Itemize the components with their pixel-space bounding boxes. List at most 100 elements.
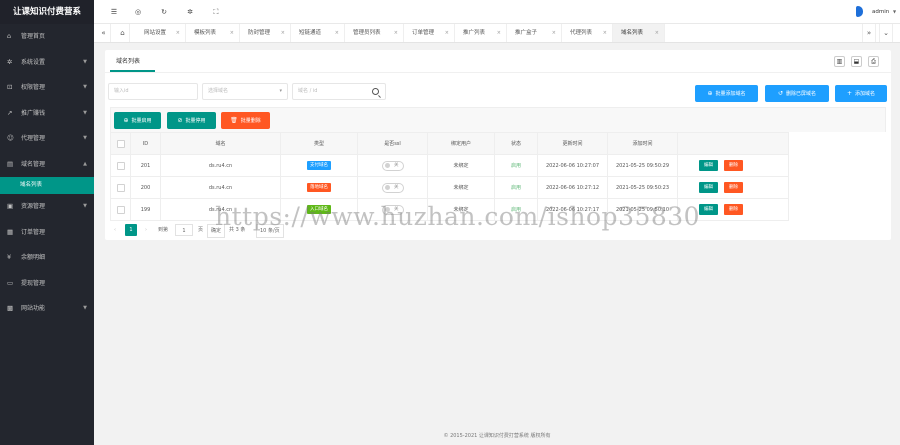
tabs-prev-icon[interactable]: « [97,24,111,42]
domain-type-select[interactable]: 选择域名 ▾ [202,83,288,100]
delete-button[interactable]: 删除 [724,182,743,193]
sidebar-item[interactable]: ▤ 域名管理 ▲ [0,152,94,178]
tab-item[interactable]: 网站设置 × [136,24,186,42]
tab-item[interactable]: 短链通道 × [291,24,345,42]
tab-item[interactable]: 推广列表 × [455,24,507,42]
sidebar-item-label: 提现管理 [21,279,46,287]
sidebar-item[interactable]: ↗ 推广赚钱 ▼ [0,101,94,127]
tabs-menu-icon[interactable]: ⌄ [879,24,893,42]
document-icon: ▦ [7,227,14,236]
export-icon[interactable]: ⬓ [851,56,862,67]
close-icon[interactable]: × [230,24,234,42]
chevron-down-icon[interactable]: ▼ [893,0,896,24]
tab-item[interactable]: 订单管理 × [404,24,455,42]
ssl-toggle[interactable]: 关 [381,182,404,193]
cell-type: 支付域名 [280,154,358,177]
close-icon[interactable]: × [176,24,180,42]
sidebar-item-label: 权限管理 [21,84,46,91]
tab-item[interactable]: 防封管理 × [240,24,291,42]
sidebar-item[interactable]: ⊡ 权限管理 ▼ [0,75,94,101]
close-icon[interactable]: × [394,24,398,42]
close-icon[interactable]: × [497,24,501,42]
bulk-add-domain-button[interactable]: ⊕ 批量添加域名 [695,85,758,102]
column-header[interactable]: 是否ssl [357,132,428,155]
menu-icon[interactable]: ☰ [108,6,120,18]
column-header[interactable]: 状态 [494,132,538,155]
cell-updated: 2022-06-06 10:27:12 [537,176,608,199]
sidebar-item[interactable]: ▦ 订单管理 [0,220,94,246]
cell-type: 落地域名 [280,176,358,199]
columns-icon[interactable]: ▥ [834,56,845,67]
column-header[interactable]: 类型 [280,132,358,155]
prev-page-icon[interactable]: ‹ [114,224,116,236]
sidebar-item[interactable]: ▭ 提现管理 [0,271,94,297]
table-row: 200 ds.ru4.cn 落地域名 关 未绑定 启用 2022-06-06 10:27:1… [110,176,789,199]
close-icon[interactable]: × [281,24,285,42]
user-menu[interactable]: admin [872,0,889,24]
close-icon[interactable]: × [603,24,607,42]
cell-domain: ds.ru4.cn [160,154,281,177]
print-icon[interactable]: ⎙ [868,56,879,67]
column-header[interactable]: 域名 [160,132,281,155]
close-icon[interactable]: × [335,24,339,42]
select-all-checkbox[interactable] [110,132,131,155]
row-checkbox[interactable] [110,154,131,177]
tab-item[interactable]: 域名列表 × [613,24,665,42]
add-domain-button[interactable]: + 添加域名 [835,85,887,102]
page-current[interactable]: 1 [125,224,137,236]
tabs-next-icon[interactable]: » [862,24,876,42]
tab-item[interactable]: 管理员列表 × [345,24,404,42]
column-header[interactable]: 绑定用户 [427,132,495,155]
grid-icon: ▩ [7,304,14,312]
sidebar-item[interactable]: ✲ 系统设置 ▼ [0,50,94,76]
page-jump-input[interactable]: 1 [175,224,193,236]
tab-item[interactable]: 模板列表 × [186,24,240,42]
bulk-disable-button[interactable]: ⊘ 批量停用 [167,112,216,129]
goto-label: 到第 [158,227,169,233]
column-header[interactable]: 添加时间 [607,132,678,155]
sidebar-item[interactable]: ⌂ 管理首页 [0,24,94,50]
fullscreen-icon[interactable]: ⛶ [210,6,222,18]
sidebar-item[interactable]: ☺ 代理管理 ▼ [0,126,94,152]
next-page-icon[interactable]: › [145,224,147,236]
bulk-delete-button[interactable]: 🗑 批量删除 [221,112,270,129]
cell-status: 启用 [494,154,538,177]
sidebar-item[interactable]: ▣ 资源管理 ▼ [0,194,94,220]
search-icon[interactable] [372,88,379,95]
sidebar-item-label: 代理管理 [21,135,46,142]
user-id-input[interactable]: 输入id [108,83,198,100]
delete-blocked-domain-button[interactable]: ↺ 删除已屏域名 [765,85,829,102]
row-checkbox[interactable] [110,176,131,199]
ssl-toggle[interactable]: 关 [381,160,404,171]
domain-search-input[interactable]: 域名 / id [292,83,386,100]
cell-updated: 2022-06-06 10:27:07 [537,154,608,177]
edit-button[interactable]: 编辑 [699,204,718,215]
column-header[interactable]: 更新时间 [537,132,608,155]
delete-button[interactable]: 删除 [724,204,743,215]
edit-button[interactable]: 编辑 [699,182,718,193]
domain-search-placeholder: 域名 / id [298,88,318,94]
cell-created: 2021-05-25 09:50:29 [607,154,678,177]
bulk-enable-button[interactable]: ⊕ 批量启用 [114,112,161,129]
globe-icon[interactable]: ◎ [132,6,144,18]
home-tab-icon[interactable]: ⌂ [116,24,130,42]
app-logo-title: 让课知识付费营系 [0,0,94,24]
column-header[interactable]: ID [130,132,161,155]
sidebar-subitem-domain-list[interactable]: 域名列表 [0,177,94,194]
close-icon[interactable]: × [445,24,449,42]
edit-button[interactable]: 编辑 [699,160,718,171]
gear-icon[interactable]: ✲ [184,6,196,18]
sidebar-item[interactable]: ▩ 网站功能 ▼ [0,296,94,322]
close-icon[interactable]: × [655,24,659,42]
watermark: https://www.huzhan.com/ishop35830 [215,202,701,231]
delete-button[interactable]: 删除 [724,160,743,171]
tab-item[interactable]: 推广盒子 × [507,24,562,42]
refresh-icon[interactable]: ↻ [158,6,170,18]
close-icon[interactable]: × [552,24,556,42]
row-checkbox[interactable] [110,198,131,221]
card-tab-domain-list[interactable]: 域名列表 [116,56,140,65]
sidebar-item-label: 推广赚钱 [21,109,46,117]
sidebar-item[interactable]: ¥ 余额明细 [0,245,94,271]
top-header: ☰ ◎ ↻ ✲ ⛶ admin ▼ [94,0,900,24]
tab-item[interactable]: 代理列表 × [562,24,613,42]
